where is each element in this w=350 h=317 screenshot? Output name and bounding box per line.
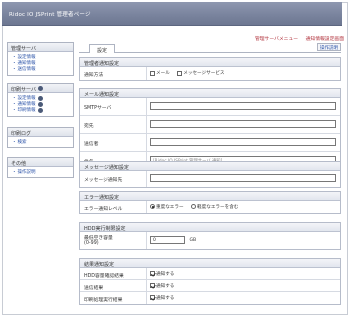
form-row: 送信者 [80,134,340,152]
hdd-result-checkbox[interactable] [150,271,155,276]
form-row: 最低空き容量 (0-99) 0 GB [80,232,340,249]
option-label: 通知する [156,271,175,277]
sidebar-item-print-print[interactable]: ・印刷情報 [12,107,70,113]
option-label: 通知する [156,283,175,289]
sidebar-item-management-send[interactable]: ・送信情報 [12,66,70,72]
section-title: メッセージ通知設定 [80,162,340,171]
sidebar-item-other-help[interactable]: ・操作説明 [12,169,70,175]
smtp-server-input[interactable] [150,102,336,110]
field-label: 通知方法 [84,73,104,78]
server-status-icon [37,86,43,91]
recipient-input[interactable] [150,120,336,128]
top-links: 管理サーバメニュー 通知情報設定画面 [249,35,344,42]
field-label: メッセージ通知先 [84,178,123,183]
status-icon [37,95,43,101]
link-admin-menu[interactable]: 管理サーバメニュー [255,37,298,42]
section-title: エラー通知設定 [80,192,340,201]
section-mail: メール通知設定 SMTPサーバ 宛先 送信者 件名 [Ridoc IO JSPr… [79,88,341,171]
option-label: 重度なエラー [156,204,184,210]
form-row: 通知方法 メール メッセージサービス [80,67,340,80]
section-title: 管理者通知設定 [80,58,340,67]
sidebar-management-title: 管理サーバ [8,43,73,52]
mail-checkbox[interactable] [150,70,155,76]
help-button[interactable]: 操作説明 [317,43,341,51]
message-destination-input[interactable] [150,174,336,182]
section-result: 結果通知設定 HDD容量確認結果 通知する 送信結果 通知する 印刷処理実行結果… [79,258,341,305]
form-row: メッセージ通知先 [80,171,340,187]
section-message: メッセージ通知設定 メッセージ通知先 [79,161,341,188]
form-row: 印刷処理実行結果 通知する [80,292,340,304]
tab-bar: 設定 操作説明 [79,43,341,54]
field-label: 印刷処理実行結果 [84,297,123,303]
sidebar-other: その他 ・操作説明 [7,157,74,179]
form-row: SMTPサーバ [80,98,340,116]
option-label: メール [156,71,170,76]
section-admin-notify: 管理者通知設定 通知方法 メール メッセージサービス [79,57,341,81]
unit-label: GB [189,237,197,243]
form-row: 宛先 [80,116,340,134]
field-label: SMTPサーバ [84,106,112,111]
option-label: 軽度なエラーを含む [197,204,239,210]
sidebar-log: 印刷ログ ・検索 [7,127,74,149]
section-error: エラー通知設定 エラー通知レベル 重度なエラー 軽度なエラーを含む [79,191,341,214]
sender-input[interactable] [150,138,336,146]
option-label: 通知する [156,295,175,301]
section-hdd: HDD実行制限設定 最低空き容量 (0-99) 0 GB [79,222,341,250]
link-notify-settings[interactable]: 通知情報設定画面 [306,37,344,42]
message-service-checkbox[interactable] [177,70,183,76]
app-title: Ridoc IO JSPrint 管理者ページ [9,12,91,18]
sidebar-print: 印刷サーバ ・設定情報 ・通知情報 ・印刷情報 [7,83,74,117]
section-title: 結果通知設定 [80,259,340,268]
field-label: 送信者 [84,142,99,147]
sidebar-log-title: 印刷ログ [8,128,73,137]
tab-settings[interactable]: 設定 [89,44,115,54]
sidebar-print-title: 印刷サーバ [8,84,73,93]
minor-error-radio[interactable] [191,204,197,209]
field-label: HDD容量確認結果 [84,273,124,279]
field-label: 送信結果 [84,285,104,291]
status-icon [37,107,43,113]
section-title: メール通知設定 [80,89,340,98]
form-row: 送信結果 通知する [80,280,340,292]
form-row: エラー通知レベル 重度なエラー 軽度なエラーを含む [80,201,340,213]
status-icon [37,101,43,107]
severe-error-radio[interactable] [150,204,155,209]
sidebar-management: 管理サーバ ・設定情報 ・通知情報 ・送信情報 [7,42,74,76]
field-label: 宛先 [84,124,94,129]
section-title: HDD実行制限設定 [80,223,340,232]
form-row: HDD容量確認結果 通知する [80,268,340,280]
option-label: メッセージサービス [183,71,225,76]
send-result-checkbox[interactable] [150,283,155,288]
min-free-space-input[interactable]: 0 [150,236,185,244]
page-header: Ridoc IO JSPrint 管理者ページ [2,2,342,26]
print-result-checkbox[interactable] [150,295,155,300]
sidebar-item-log-search[interactable]: ・検索 [12,139,70,145]
field-label: エラー通知レベル [84,206,123,212]
sidebar-other-title: その他 [8,158,73,167]
field-range-label: (0-99) [84,240,99,246]
